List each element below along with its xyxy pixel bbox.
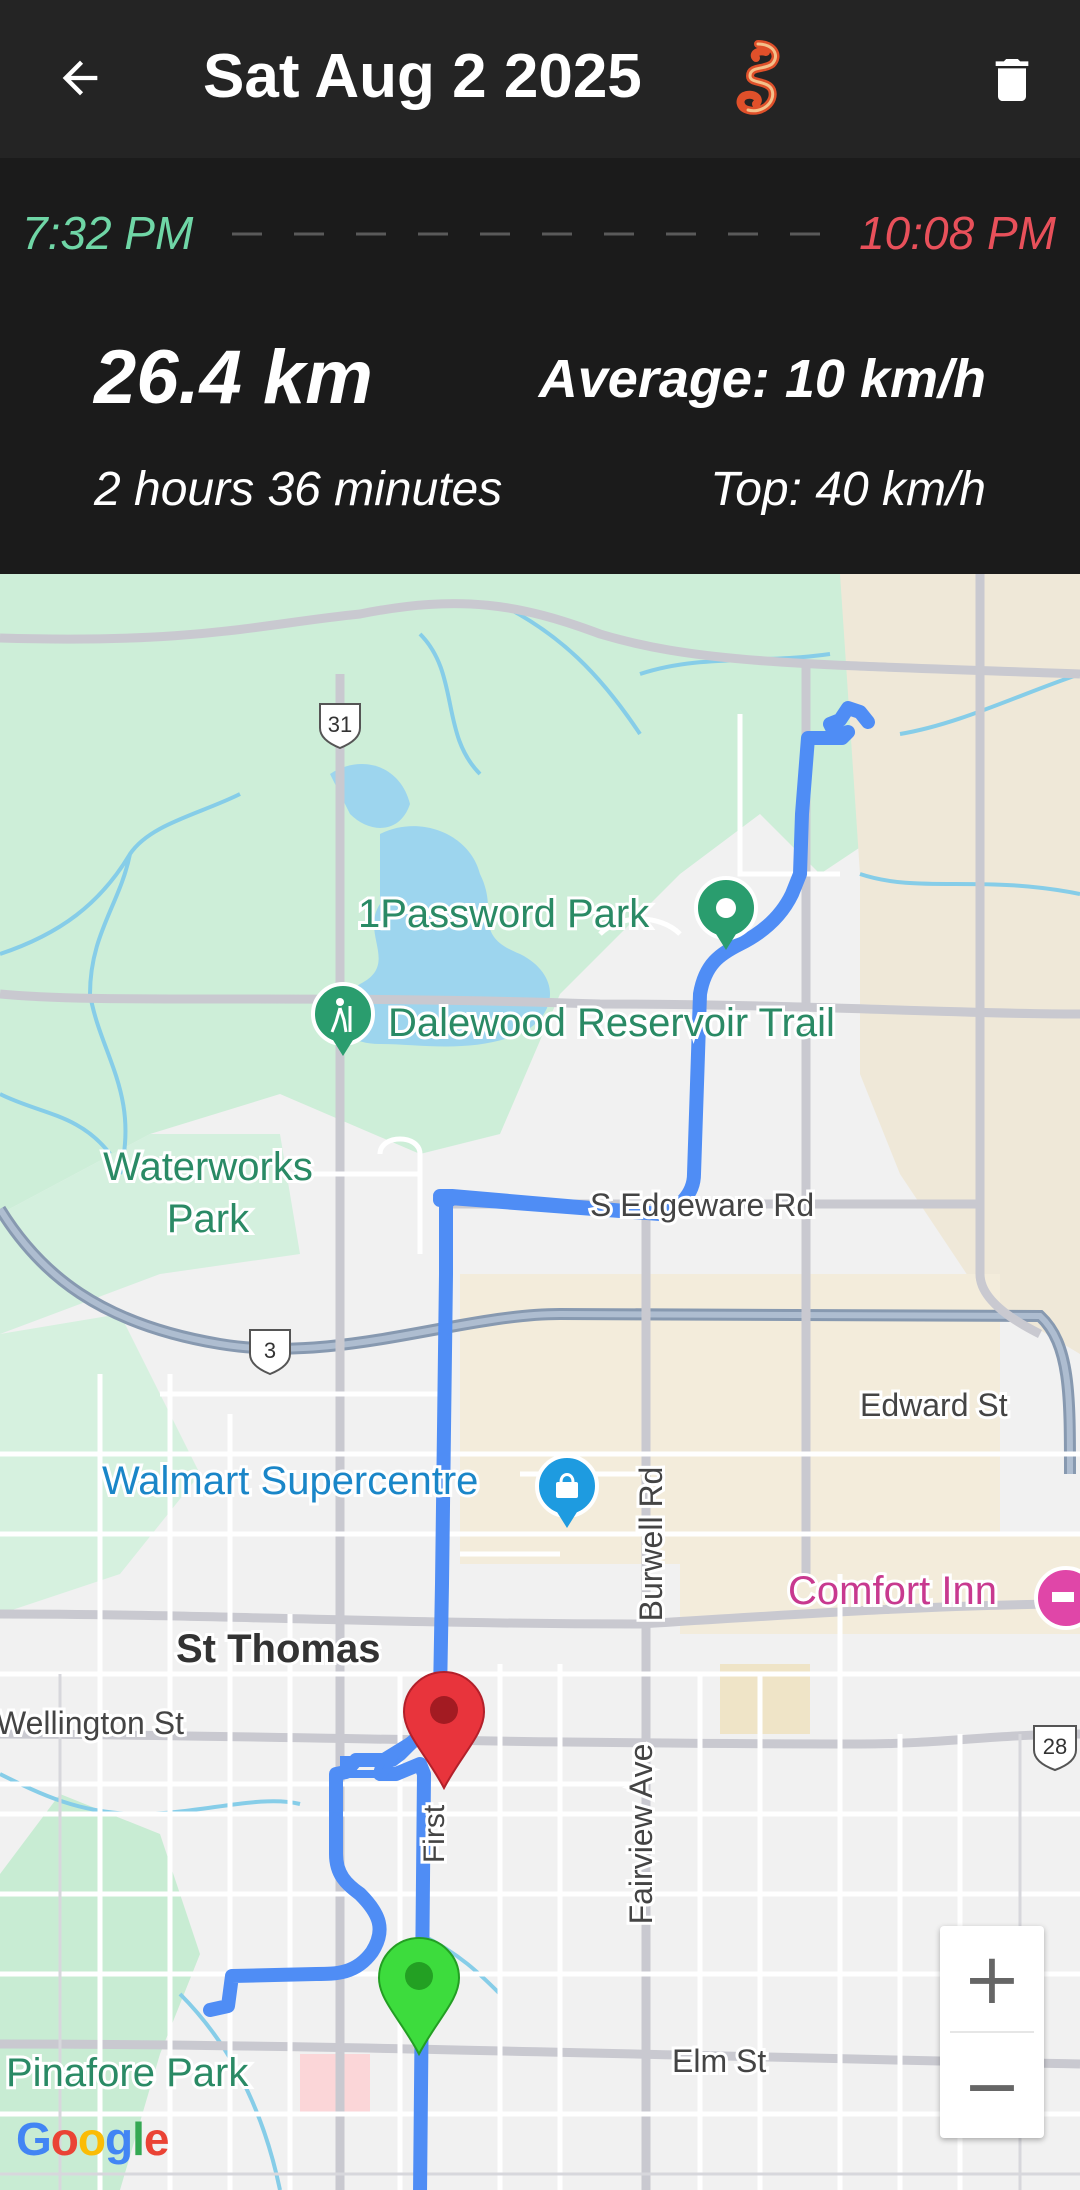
label-comfort-inn: Comfort Inn: [788, 1569, 997, 1613]
time-divider: [232, 232, 830, 236]
distance-value: 26.4 km: [94, 335, 373, 420]
highway-shield-28: 28: [1033, 1725, 1077, 1772]
highway-31-label: 31: [328, 712, 352, 737]
label-elm-st: Elm St: [672, 2043, 766, 2079]
zoom-controls: + −: [940, 1926, 1044, 2138]
google-attribution[interactable]: Google: [16, 2112, 169, 2166]
google-logo: Google: [16, 2113, 169, 2165]
rider-logo-icon: [728, 38, 788, 118]
start-time: 7:32 PM: [22, 207, 194, 259]
label-burwell-rd: Burwell Rd: [633, 1467, 669, 1622]
highway-shield-3: 3: [249, 1329, 291, 1376]
duration-value: 2 hours 36 minutes: [94, 463, 503, 516]
label-walmart: Walmart Supercentre: [102, 1459, 478, 1503]
back-button[interactable]: [40, 38, 120, 118]
label-first-st: First: [418, 1804, 451, 1863]
label-dalewood-trail: Dalewood Reservoir Trail: [388, 1001, 835, 1045]
highway-28-label: 28: [1043, 1734, 1067, 1759]
highway-3-label: 3: [264, 1338, 276, 1363]
label-wellington-st: Wellington St: [0, 1705, 184, 1741]
label-1password-park: 1Password Park: [358, 892, 650, 936]
trip-summary: 7:32 PM 10:08 PM 26.4 km Average: 10 km/…: [0, 158, 1080, 574]
start-marker-icon[interactable]: [377, 1936, 461, 2057]
arrow-left-icon: [62, 60, 98, 96]
zoom-out-button[interactable]: −: [940, 2033, 1044, 2138]
delete-button[interactable]: [976, 40, 1048, 120]
map-canvas[interactable]: 31 3 28 1Password Park Dalewood Reservoi…: [0, 574, 1080, 2190]
label-fairview-ave: Fairview Ave: [623, 1744, 659, 1925]
label-waterworks: Waterworks: [103, 1145, 313, 1189]
average-speed: Average: 10 km/h: [538, 349, 986, 409]
zoom-in-button[interactable]: +: [940, 1926, 1044, 2031]
end-time: 10:08 PM: [859, 207, 1056, 259]
hotel-pin-icon[interactable]: [1034, 1566, 1080, 1630]
label-waterworks-park: Park: [167, 1197, 250, 1241]
app-bar: Sat Aug 2 2025: [0, 0, 1080, 158]
trash-icon: [995, 59, 1029, 101]
page-title: Sat Aug 2 2025: [203, 42, 642, 111]
label-pinafore-park: Pinafore Park: [6, 2051, 249, 2095]
label-s-edgeware-rd: S Edgeware Rd: [590, 1187, 814, 1223]
label-st-thomas: St Thomas: [176, 1627, 380, 1671]
label-edward-st: Edward St: [860, 1387, 1008, 1423]
top-speed: Top: 40 km/h: [710, 463, 986, 516]
route-map[interactable]: 31 3 28 1Password Park Dalewood Reservoi…: [0, 574, 1080, 2190]
